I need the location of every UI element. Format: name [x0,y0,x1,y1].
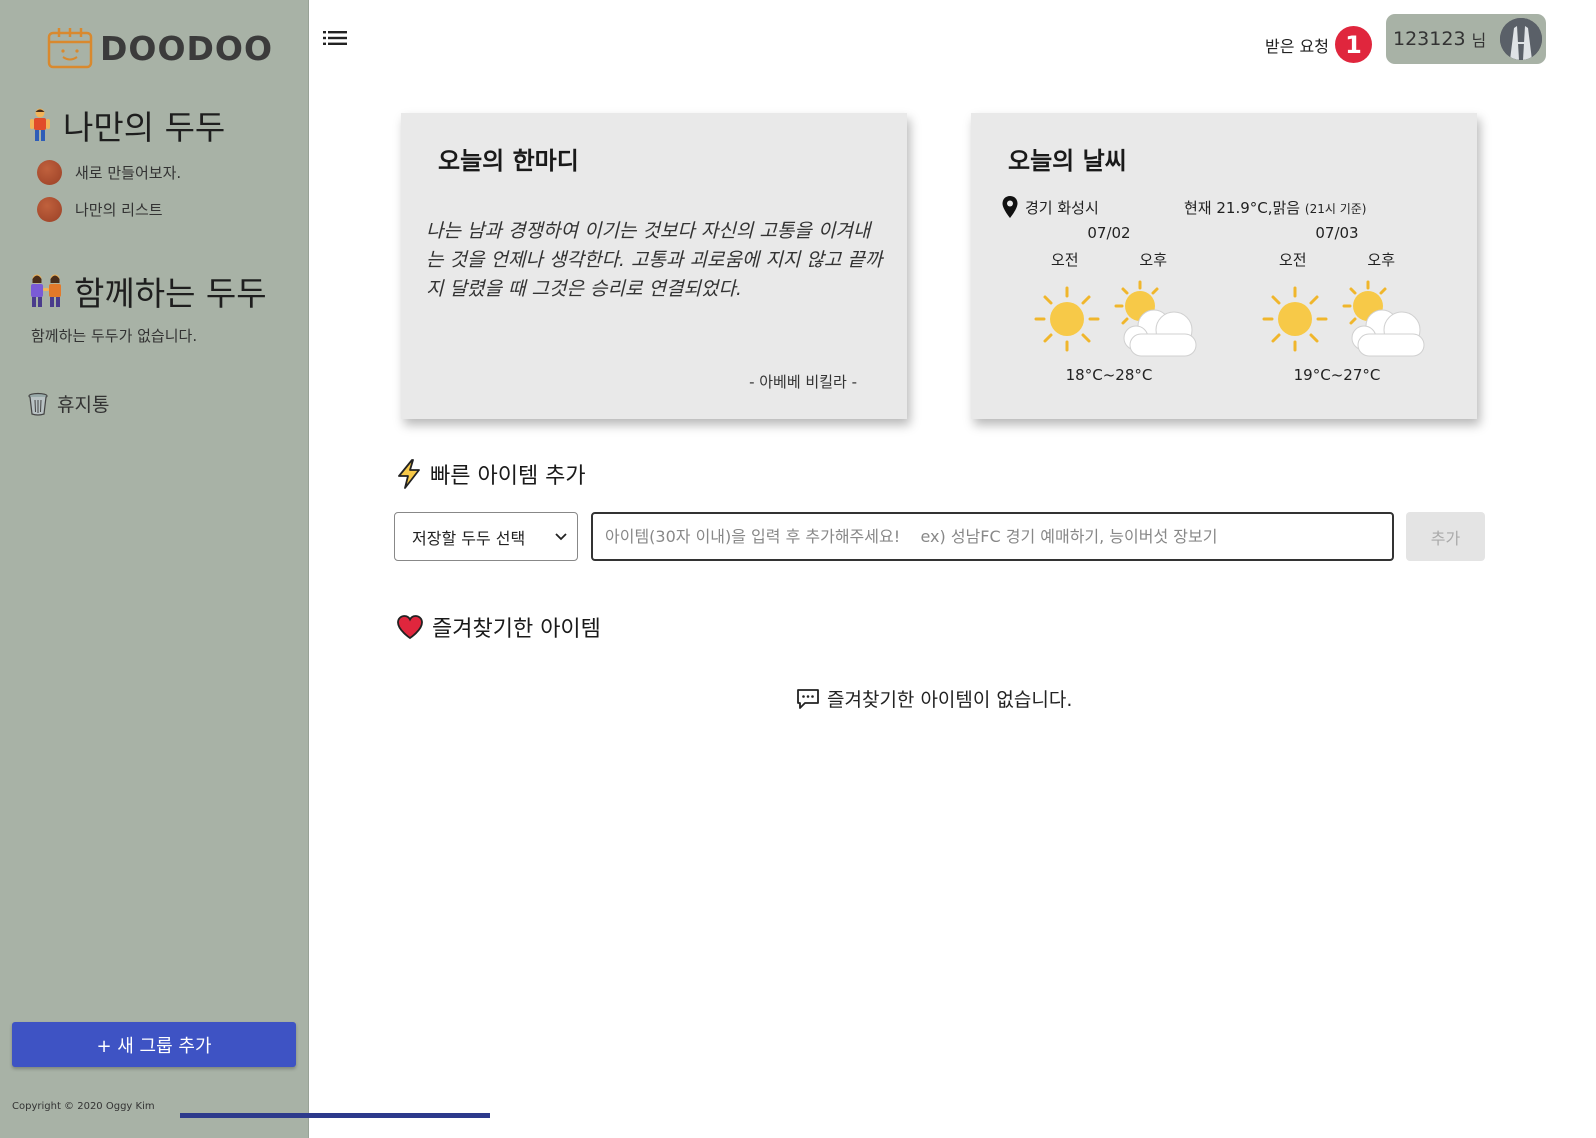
my-doodoo-title: 나만의 두두 [27,101,225,149]
requests-count-badge: 1 [1334,26,1372,63]
sidebar-item-label: 새로 만들어보자. [75,164,182,182]
partly-cloudy-icon [1114,280,1197,357]
user-menu[interactable]: 123123 님 [1386,14,1546,64]
taskbar-fragment [180,1113,490,1118]
menu-toggle-button[interactable] [322,28,348,50]
shared-empty-text: 함께하는 두두가 없습니다. [31,327,198,345]
trash-label: 휴지통 [57,394,110,416]
favorites-empty: 즐겨찾기한 아이템이 없습니다. [796,685,1072,712]
weather-pm-label: 오후 [1139,251,1167,269]
favorites-title-text: 즐겨찾기한 아이템 [432,617,601,642]
quote-text: 나는 남과 경쟁하여 이기는 것보다 자신의 고통을 이겨내는 것을 언제나 생… [426,220,883,300]
favorites-empty-text: 즐겨찾기한 아이템이 없습니다. [827,689,1073,711]
weather-current-text: 현재 21.9°C,맑음 [1184,199,1301,217]
location-pin-icon [1002,196,1018,218]
copyright: Copyright © 2020 Oggy Kim [12,1101,155,1112]
shared-doodoo-title-text: 함께하는 두두 [74,274,267,313]
speech-bubble-icon [797,688,819,709]
weather-date: 07/02 [1087,224,1131,242]
sidebar-item-my-list[interactable]: 나만의 리스트 [37,197,163,222]
partly-cloudy-icon [1342,280,1425,357]
lightning-icon [398,459,420,489]
weather-pm-label: 오후 [1367,251,1395,269]
quote-title: 오늘의 한마디 [438,147,579,175]
quick-add-title-text: 빠른 아이템 추가 [430,464,586,489]
weather-title: 오늘의 날씨 [1008,147,1127,175]
chevron-down-icon [555,532,567,540]
quote-card: 오늘의 한마디 나는 남과 경쟁하여 이기는 것보다 자신의 고통을 이겨내는 … [401,113,907,419]
weather-current: 현재 21.9°C,맑음 (21시 기준) [1184,197,1366,218]
weather-day: 07/03 오전 오후 19°C~27°C [1252,224,1425,384]
list-menu-icon [323,30,347,45]
quote-author: - 아베베 비킬라 - [749,373,857,391]
sun-icon [1034,286,1100,352]
received-requests[interactable]: 받은 요청 1 [1265,26,1372,63]
weather-location-text: 경기 화성시 [1025,198,1099,217]
avatar-image [1500,18,1542,60]
item-input[interactable] [591,512,1394,561]
shared-doodoo-title: 함께하는 두두 [28,267,267,315]
sidebar: DOODOO 나만의 두두 새로 만들어보자. 나만의 리스트 함께하는 두두 … [0,0,309,1138]
avatar [1500,18,1542,60]
trash-link[interactable]: 휴지통 [27,390,109,417]
person-standing-icon [30,108,50,141]
weather-current-note: (21시 기준) [1304,202,1367,216]
received-requests-label: 받은 요청 [1265,36,1329,56]
weather-am-label: 오전 [1279,251,1307,269]
sun-icon [1262,286,1328,352]
doodoo-select[interactable]: 저장할 두두 선택 [394,512,578,561]
doodoo-select-value: 저장할 두두 선택 [412,528,526,548]
weather-day: 07/02 오전 오후 18°C~28°C [1024,224,1197,384]
user-name-suffix: 님 [1471,31,1487,50]
weather-am-label: 오전 [1051,251,1079,269]
weather-card: 오늘의 날씨 경기 화성시 현재 21.9°C,맑음 (21시 기준) 07/0… [971,113,1477,419]
favorites-title: 즐겨찾기한 아이템 [396,611,601,643]
add-group-button[interactable]: + 새 그룹 추가 [12,1022,296,1067]
basketball-icon [37,197,62,222]
two-people-icon [31,274,61,307]
user-name: 123123 [1393,28,1466,50]
trash-icon [28,392,48,416]
weather-location: 경기 화성시 [1001,195,1099,219]
weather-temp: 19°C~27°C [1293,366,1381,384]
basketball-icon [37,160,62,185]
logo-text: DOODOO [100,28,273,68]
weather-date: 07/03 [1315,224,1359,242]
logo[interactable]: DOODOO [46,26,273,70]
weather-temp: 18°C~28°C [1065,366,1153,384]
quick-add-title: 빠른 아이템 추가 [396,458,586,490]
heart-icon [397,615,423,640]
sidebar-item-label: 나만의 리스트 [75,201,163,219]
my-doodoo-title-text: 나만의 두두 [63,108,226,147]
add-item-button[interactable]: 추가 [1406,512,1485,561]
calendar-face-icon [47,28,93,69]
sidebar-item-new[interactable]: 새로 만들어보자. [37,160,181,185]
